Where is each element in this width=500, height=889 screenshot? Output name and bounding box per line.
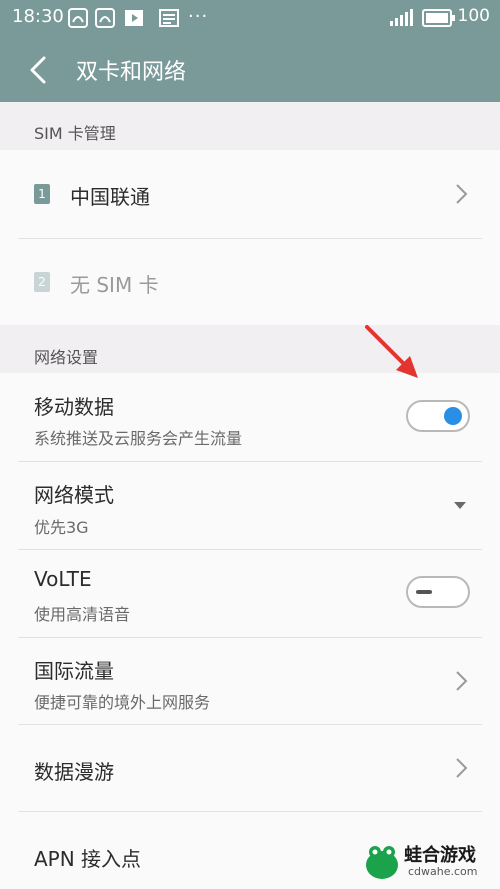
list-item-volte[interactable]: VoLTE 使用高清语音 — [0, 550, 500, 637]
list-item-data-roaming[interactable]: 数据漫游 — [0, 725, 500, 811]
chevron-right-icon — [454, 669, 470, 693]
sim-card-list: 1 中国联通 2 无 SIM 卡 — [0, 150, 500, 325]
mobile-data-label: 移动数据 — [34, 395, 114, 419]
status-time: 18:30 — [12, 6, 64, 27]
intl-data-sub: 便捷可靠的境外上网服务 — [34, 693, 211, 712]
apn-label: APN 接入点 — [34, 847, 142, 871]
network-settings-list: 移动数据 系统推送及云服务会产生流量 网络模式 优先3G VoLTE 使用高清语… — [0, 373, 500, 889]
frog-logo-icon — [366, 846, 398, 879]
mobile-data-sub: 系统推送及云服务会产生流量 — [34, 429, 243, 448]
data-roaming-label: 数据漫游 — [34, 760, 114, 784]
sim2-badge-icon: 2 — [34, 272, 50, 292]
signal-icon — [388, 8, 414, 32]
sim1-badge-icon: 1 — [34, 184, 50, 204]
notification-app-icon — [95, 8, 115, 32]
back-arrow-icon[interactable] — [22, 50, 62, 90]
watermark-name: 蛙合游戏 — [404, 845, 476, 866]
app-bar: 双卡和网络 — [0, 36, 500, 102]
battery-level: 100 — [457, 6, 490, 26]
network-mode-label: 网络模式 — [34, 483, 114, 507]
list-item-international-data[interactable]: 国际流量 便捷可靠的境外上网服务 — [0, 638, 500, 724]
page-title: 双卡和网络 — [76, 60, 187, 85]
sim1-label: 中国联通 — [70, 185, 150, 209]
toggle-knob — [416, 590, 432, 594]
volte-sub: 使用高清语音 — [34, 605, 131, 624]
list-item-sim1[interactable]: 1 中国联通 — [0, 150, 500, 238]
section-header-sim: SIM 卡管理 — [0, 102, 500, 150]
list-item-sim2: 2 无 SIM 卡 — [0, 239, 500, 325]
list-item-network-mode[interactable]: 网络模式 优先3G — [0, 462, 500, 549]
dropdown-caret-icon — [454, 502, 466, 509]
more-notifications-icon: ··· — [188, 6, 209, 27]
notification-app-icon — [68, 8, 88, 32]
status-bar: 18:30 ··· 100 — [0, 0, 500, 36]
volte-toggle[interactable] — [406, 576, 470, 608]
chevron-right-icon — [454, 756, 470, 780]
sim2-label: 无 SIM 卡 — [70, 273, 159, 297]
volte-label: VoLTE — [34, 567, 92, 591]
video-notification-icon — [124, 8, 144, 32]
network-mode-value: 优先3G — [34, 518, 89, 537]
mobile-data-toggle[interactable] — [406, 400, 470, 432]
toggle-knob — [444, 407, 462, 425]
intl-data-label: 国际流量 — [34, 659, 114, 683]
battery-icon — [422, 9, 456, 31]
red-annotation-arrow — [365, 325, 418, 378]
watermark-logo: 蛙合游戏 cdwahe.com — [364, 839, 494, 883]
watermark-url: cdwahe.com — [408, 865, 478, 878]
news-notification-icon — [159, 8, 179, 32]
chevron-right-icon — [454, 182, 470, 206]
